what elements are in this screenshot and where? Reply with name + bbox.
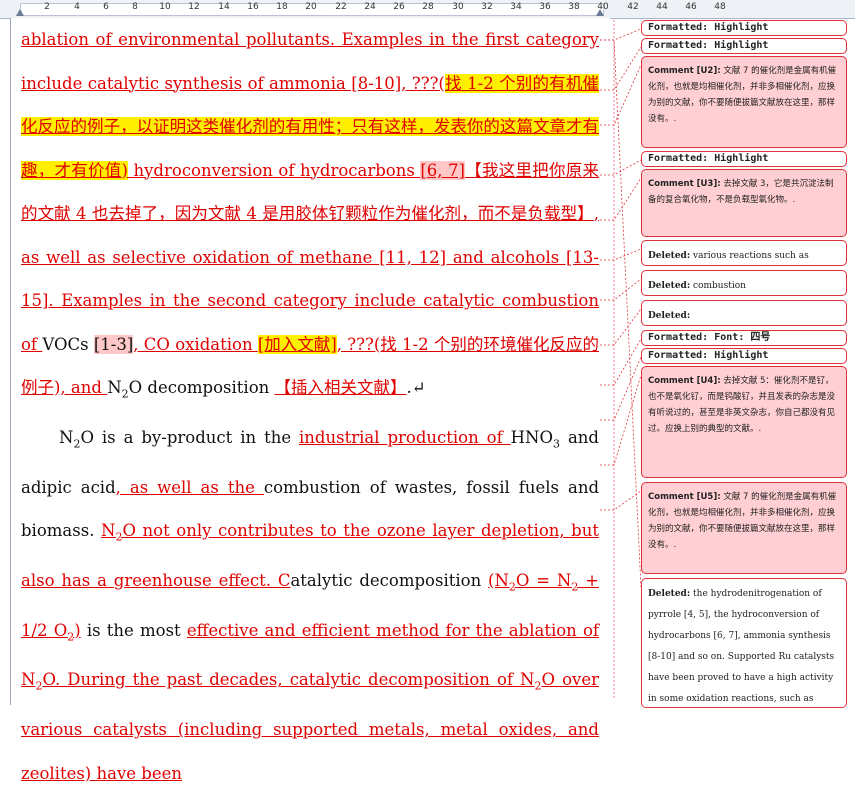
balloon-text: Highlight bbox=[708, 22, 769, 33]
ruler-tick-label: 26 bbox=[393, 2, 405, 12]
ruler-tick-label: 46 bbox=[685, 2, 697, 12]
comment-balloon-u4[interactable]: Comment [U4]: 去掉文献 5：催化剂不是钌，也不是氧化钌，而是钨酸钌… bbox=[641, 366, 847, 478]
balloon-label: Comment [U5]: bbox=[648, 492, 721, 502]
balloon-text: various reactions such as bbox=[690, 251, 809, 261]
ruler-tick-label: 14 bbox=[218, 2, 230, 12]
balloon-label: Formatted: bbox=[648, 332, 709, 343]
balloon-label: Comment [U4]: bbox=[648, 376, 721, 386]
inserted-text[interactable]: industrial production of bbox=[299, 428, 511, 447]
page-left-edge bbox=[10, 18, 11, 705]
ruler-tick-label: 36 bbox=[539, 2, 551, 12]
formula-symbol: N bbox=[101, 521, 116, 541]
balloon-label: Deleted: bbox=[648, 281, 691, 291]
formatted-balloon[interactable]: Formatted: Highlight bbox=[641, 38, 847, 54]
ruler-tick-label: 24 bbox=[364, 2, 376, 12]
inserted-text[interactable]: hydroconversion of hydrocarbons bbox=[128, 161, 420, 180]
inserted-text-part: O. During the past decades, catalytic de… bbox=[42, 670, 535, 690]
ruler-tick-label: 38 bbox=[568, 2, 580, 12]
formula-n2o[interactable]: N2 bbox=[101, 521, 122, 543]
document-body[interactable]: ablation of environmental pollutants. Ex… bbox=[21, 18, 599, 795]
formula-subscript: 2 bbox=[121, 387, 129, 401]
highlighted-citation-placeholder[interactable]: [加入文献] bbox=[257, 334, 337, 354]
paragraph-2[interactable]: N2O is a by-product in the industrial pr… bbox=[21, 416, 599, 795]
original-text[interactable]: is the most bbox=[81, 621, 187, 640]
balloon-label: Formatted: bbox=[648, 153, 709, 164]
balloon-label: Comment [U2]: bbox=[648, 66, 721, 76]
markup-balloon-pane[interactable]: Formatted: Highlight Formatted: Highligh… bbox=[641, 18, 851, 708]
horizontal-ruler[interactable]: 2 2 4 6 8 10 12 14 16 18 20 22 24 26 28 … bbox=[0, 0, 855, 19]
citation-formatted[interactable]: [1-3] bbox=[93, 334, 134, 354]
formula-subscript: 2 bbox=[508, 580, 516, 594]
formatted-balloon[interactable]: Formatted: Highlight bbox=[641, 348, 847, 364]
ruler-tick-label: 40 bbox=[597, 2, 609, 12]
inserted-text[interactable]: , as well as the bbox=[116, 478, 264, 497]
paragraph-mark: .↵ bbox=[406, 378, 426, 397]
deleted-balloon[interactable]: Deleted: bbox=[641, 300, 847, 326]
formatted-balloon[interactable]: Formatted: Highlight bbox=[641, 151, 847, 167]
formula-subscript: 2 bbox=[534, 679, 542, 693]
ruler-tick-label: 28 bbox=[422, 2, 434, 12]
ruler-tick-label: 20 bbox=[305, 2, 317, 12]
citation-formatted[interactable]: [6, 7] bbox=[420, 160, 465, 180]
balloon-label: Formatted: bbox=[648, 350, 709, 361]
balloon-text: Highlight bbox=[708, 153, 769, 164]
formula-n2o[interactable]: N2 bbox=[107, 378, 129, 401]
ruler-tick-label: 30 bbox=[452, 2, 464, 12]
ruler-tick-label: 12 bbox=[188, 2, 200, 12]
ruler-tick-label: 32 bbox=[481, 2, 493, 12]
original-text[interactable]: O decomposition bbox=[129, 378, 275, 397]
equation-part: O = N bbox=[515, 570, 572, 590]
balloon-text: Highlight bbox=[708, 350, 769, 361]
comment-balloon-u3[interactable]: Comment [U3]: 去掉文献 3，它是共沉淀法制备的复合氧化物，不是负载… bbox=[641, 169, 847, 237]
balloon-label: Deleted: bbox=[648, 311, 691, 321]
formatted-balloon[interactable]: Formatted: Highlight bbox=[641, 20, 847, 36]
original-text[interactable]: the bbox=[264, 428, 299, 447]
deleted-balloon-long[interactable]: Deleted: the hydrodenitrogenation of pyr… bbox=[641, 578, 847, 708]
ruler-tick-label: 8 bbox=[132, 2, 138, 12]
balloon-label: Formatted: bbox=[648, 40, 709, 51]
citation-placeholder[interactable]: 【插入相关文献】 bbox=[275, 378, 407, 397]
deleted-balloon[interactable]: Deleted: combustion bbox=[641, 270, 847, 296]
ruler-tick-label: 6 bbox=[103, 2, 109, 12]
original-text[interactable]: O is a by-product in bbox=[80, 428, 264, 447]
formula-symbol: HNO bbox=[510, 427, 554, 447]
original-text[interactable]: atalytic decomposition bbox=[290, 571, 488, 590]
deleted-balloon[interactable]: Deleted: various reactions such as bbox=[641, 240, 847, 266]
balloon-label: Deleted: bbox=[648, 589, 691, 599]
balloon-text: Font: 四号 bbox=[708, 332, 771, 343]
formula-symbol: N bbox=[59, 427, 74, 447]
equation-part: (N bbox=[488, 570, 509, 590]
inserted-text[interactable]: , as well as selective oxidation of meth… bbox=[21, 204, 599, 354]
original-text[interactable]: VOCs bbox=[42, 335, 94, 354]
balloon-label: Formatted: bbox=[648, 22, 709, 33]
comment-balloon-u2[interactable]: Comment [U2]: 文献 7 的催化剂是金属有机催化剂，也就是均相催化剂… bbox=[641, 56, 847, 148]
ruler-tick-label: 10 bbox=[159, 2, 171, 12]
ruler-tick-label: 48 bbox=[714, 2, 726, 12]
balloon-text: Highlight bbox=[708, 40, 769, 51]
inserted-text[interactable]: , CO oxidation bbox=[133, 335, 258, 354]
inserted-text[interactable]: effective and efficient method for the a… bbox=[21, 621, 599, 783]
ruler-tick-label: 2 bbox=[44, 2, 50, 12]
paragraph-1[interactable]: ablation of environmental pollutants. Ex… bbox=[21, 18, 600, 416]
formula-hno3[interactable]: HNO3 bbox=[510, 427, 561, 451]
ruler-tick-label: 4 bbox=[74, 2, 80, 12]
ruler-tick-label: 34 bbox=[510, 2, 522, 12]
balloon-label: Deleted: bbox=[648, 251, 691, 261]
balloon-label: Comment [U3]: bbox=[648, 179, 721, 189]
ruler-tick-label: 42 bbox=[627, 2, 639, 12]
comment-balloon-u5[interactable]: Comment [U5]: 文献 7 的催化剂是金属有机催化剂，也就是均相催化剂… bbox=[641, 482, 847, 574]
formula-n2o[interactable]: N2 bbox=[59, 427, 80, 450]
ruler-tick-label: 18 bbox=[276, 2, 288, 12]
formula-symbol: N bbox=[107, 378, 122, 397]
ruler-tick-label: 44 bbox=[656, 2, 668, 12]
ruler-tick-label: 16 bbox=[247, 2, 259, 12]
left-indent-marker[interactable] bbox=[16, 9, 24, 16]
balloon-text: combustion bbox=[690, 281, 746, 291]
ruler-tick-label: 22 bbox=[335, 2, 347, 12]
balloon-text: the hydrodenitrogenation of pyrrole [4, … bbox=[648, 589, 835, 704]
formula-subscript: 3 bbox=[553, 437, 561, 451]
formatted-balloon[interactable]: Formatted: Font: 四号 bbox=[641, 330, 847, 346]
